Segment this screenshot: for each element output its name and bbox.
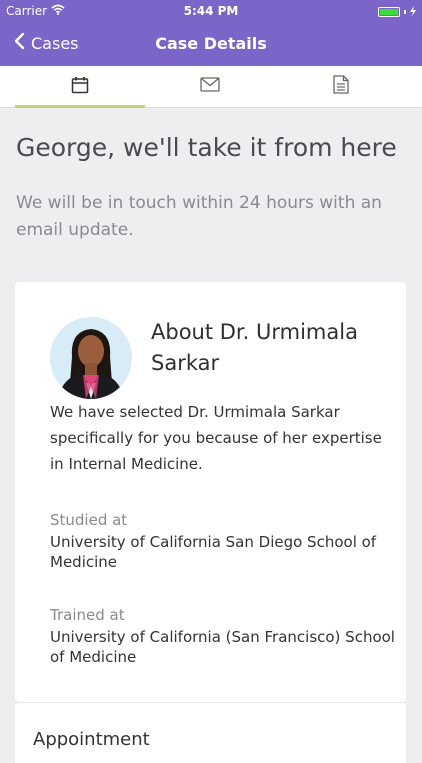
tab-messages[interactable]: [145, 66, 275, 107]
status-bar: Carrier 5:44 PM: [0, 0, 422, 22]
doctor-title: About Dr. Urmimala Sarkar: [151, 320, 358, 375]
app-header: Carrier 5:44 PM Cases Case Details: [0, 0, 422, 66]
battery-icon: [378, 7, 400, 17]
trained-value: University of California (San Francisco)…: [50, 628, 395, 666]
mail-icon: [200, 77, 220, 96]
greeting-heading: George, we'll take it from here: [16, 133, 397, 162]
calendar-icon: [71, 76, 89, 98]
battery-indicator: [378, 5, 416, 19]
studied-value: University of California San Diego Schoo…: [50, 533, 377, 571]
charging-icon: [410, 5, 416, 19]
page-title: Case Details: [155, 34, 267, 53]
studied-label: Studied at: [50, 511, 128, 529]
doctor-card: About Dr. Urmimala Sarkar We have select…: [15, 282, 406, 702]
appointment-card: Appointment: [15, 703, 406, 763]
tab-bar: [0, 66, 422, 108]
status-message: We will be in touch within 24 hours with…: [16, 193, 382, 240]
trained-label: Trained at: [50, 606, 125, 624]
document-icon: [333, 75, 349, 98]
doctor-avatar: [50, 317, 132, 399]
active-tab-indicator: [15, 105, 145, 108]
tab-documents[interactable]: [276, 66, 406, 107]
tab-calendar[interactable]: [15, 66, 145, 107]
appointment-title: Appointment: [33, 729, 150, 750]
status-time: 5:44 PM: [183, 4, 239, 18]
navigation-bar: Cases Case Details: [0, 22, 422, 66]
doctor-description: We have selected Dr. Urmimala Sarkar spe…: [50, 403, 382, 473]
